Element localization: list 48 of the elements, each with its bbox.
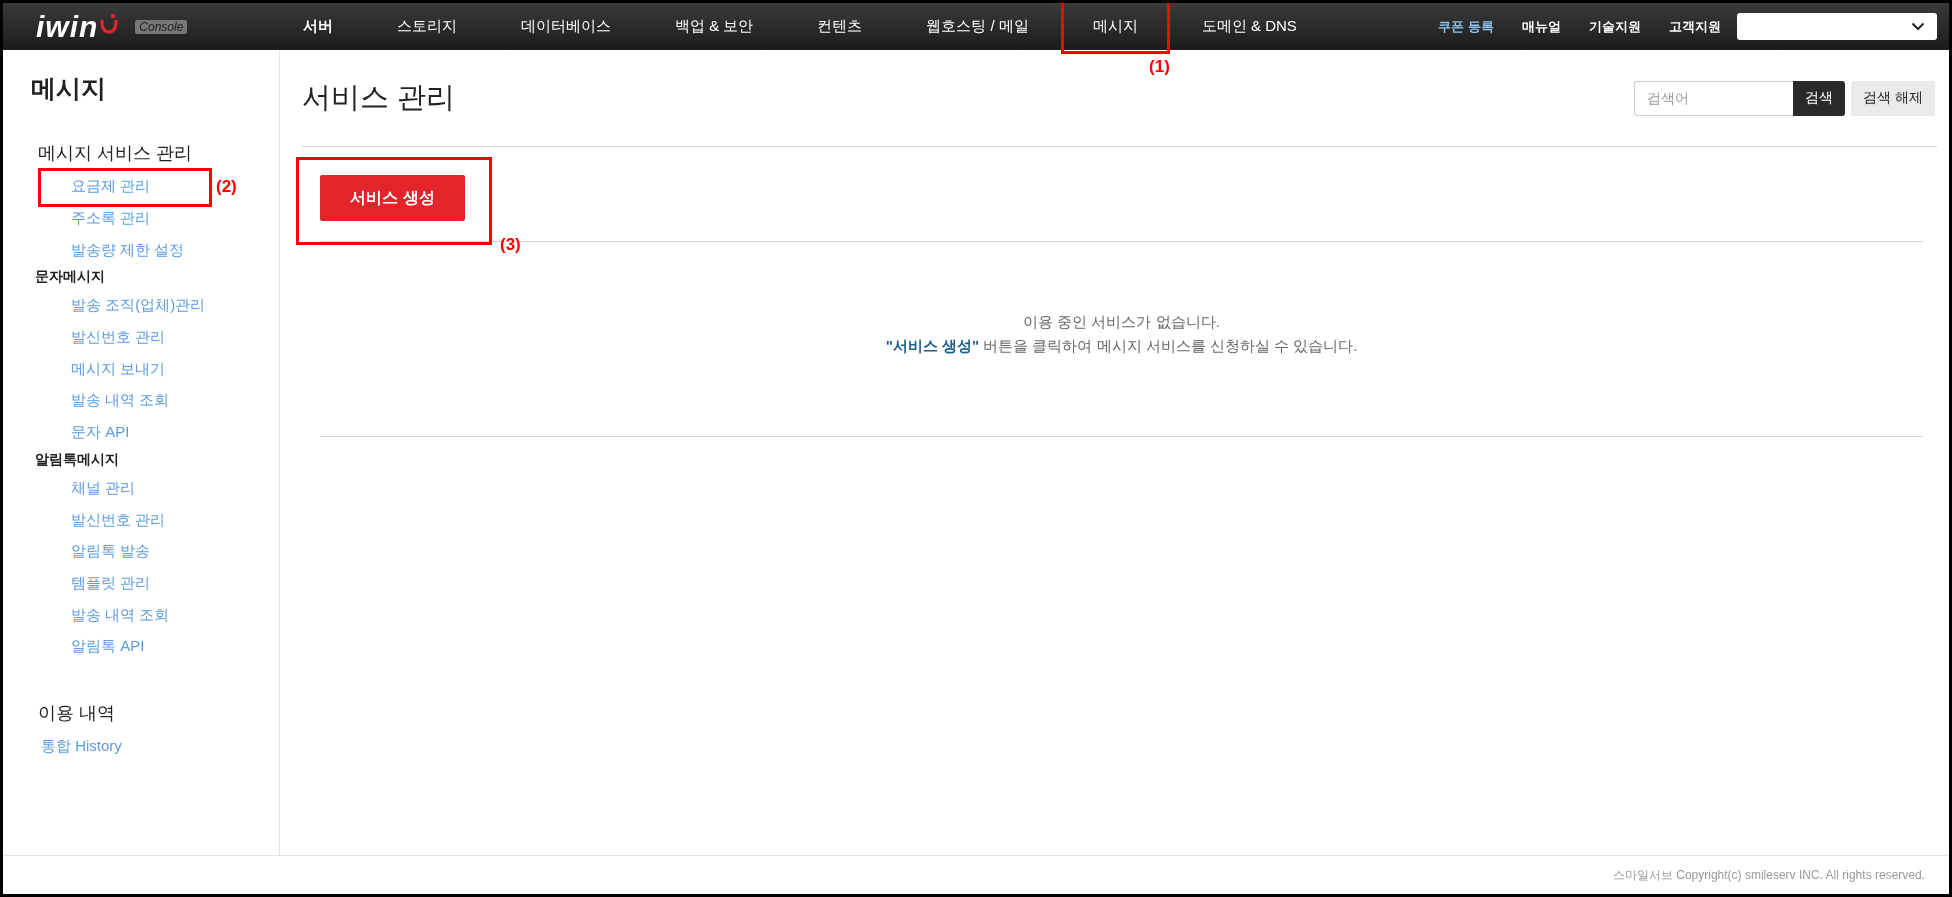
empty-message: "서비스 생성" 버튼을 클릭하여 메시지 서비스를 신청하실 수 있습니다. (884, 336, 1359, 356)
sidebar-section-title: 메시지 서비스 관리 (38, 142, 193, 165)
sidebar-link[interactable]: 통합 History (41, 736, 122, 756)
search-field[interactable]: 검색어 (1634, 80, 1794, 116)
sidebar-group-title: 알림톡메시지 (35, 450, 120, 469)
sidebar-link[interactable]: 요금제 관리 (71, 177, 151, 197)
sidebar-title: 메시지 (31, 73, 107, 104)
console-badge: Console (135, 19, 188, 34)
create-service-button[interactable]: 서비스 생성 (320, 175, 465, 221)
header-link[interactable]: 쿠폰 등록 (1424, 17, 1508, 36)
sidebar-link[interactable]: 발송 내역 조회 (71, 391, 170, 411)
sidebar-link[interactable]: 발신번호 관리 (71, 328, 166, 348)
empty-message: 이용 중인 서비스가 없습니다. (1022, 312, 1221, 332)
header-link[interactable]: 매뉴얼 (1508, 17, 1575, 36)
sidebar-section-title: 이용 내역 (38, 701, 116, 725)
sidebar-link[interactable]: 알림톡 API (71, 637, 145, 657)
nav-menu-item[interactable]: 스토리지 (365, 3, 489, 50)
callout-label: (1) (1149, 57, 1170, 77)
sidebar-link[interactable]: 주소록 관리 (71, 209, 151, 229)
sidebar-link[interactable]: 문자 API (71, 423, 130, 443)
sidebar-link[interactable]: 발송 조직(업체)관리 (71, 296, 206, 316)
nav-menu-item[interactable]: 서버 (271, 3, 365, 50)
sidebar-link[interactable]: 메시지 보내기 (71, 359, 166, 379)
sidebar-link[interactable]: 발송 내역 조회 (71, 605, 170, 625)
sidebar-link[interactable]: 발신번호 관리 (71, 510, 166, 530)
copyright-text: 스마일서브 Copyright(c) smileserv INC. All rights reserved. (1612, 866, 1925, 884)
callout-label: (2) (216, 177, 237, 197)
logo-text[interactable]: iwin (36, 11, 99, 42)
header-link[interactable]: 기술지원 (1575, 17, 1655, 36)
header-dropdown[interactable] (1737, 13, 1937, 40)
page-title: 서비스 관리 (302, 80, 456, 115)
reset-search-button[interactable]: 검색 해제 (1851, 80, 1935, 116)
nav-menu-item[interactable]: 메시지 (1060, 3, 1170, 50)
nav-menu-item[interactable]: 데이터베이스 (489, 3, 643, 50)
nav-menu-item[interactable]: 도메인 & DNS (1169, 3, 1329, 50)
header-link[interactable]: 고객지원 (1655, 17, 1735, 36)
chevron-down-icon (1911, 22, 1925, 31)
sidebar-link[interactable]: 발송량 제한 설정 (71, 240, 185, 260)
sidebar-group-title: 문자메시지 (35, 268, 106, 287)
nav-menu-item[interactable]: 웹호스팅 / 메일 (894, 3, 1061, 50)
sidebar-link[interactable]: 템플릿 관리 (71, 573, 151, 593)
nav-menu-item[interactable]: 백업 & 보안 (643, 3, 786, 50)
search-button[interactable]: 검색 (1793, 80, 1846, 116)
callout-label: (3) (500, 235, 521, 255)
smile-icon (99, 12, 120, 35)
sidebar-link[interactable]: 채널 관리 (71, 478, 136, 498)
sidebar-link[interactable]: 알림톡 발송 (71, 542, 151, 562)
nav-menu-item[interactable]: 컨텐츠 (785, 3, 895, 50)
